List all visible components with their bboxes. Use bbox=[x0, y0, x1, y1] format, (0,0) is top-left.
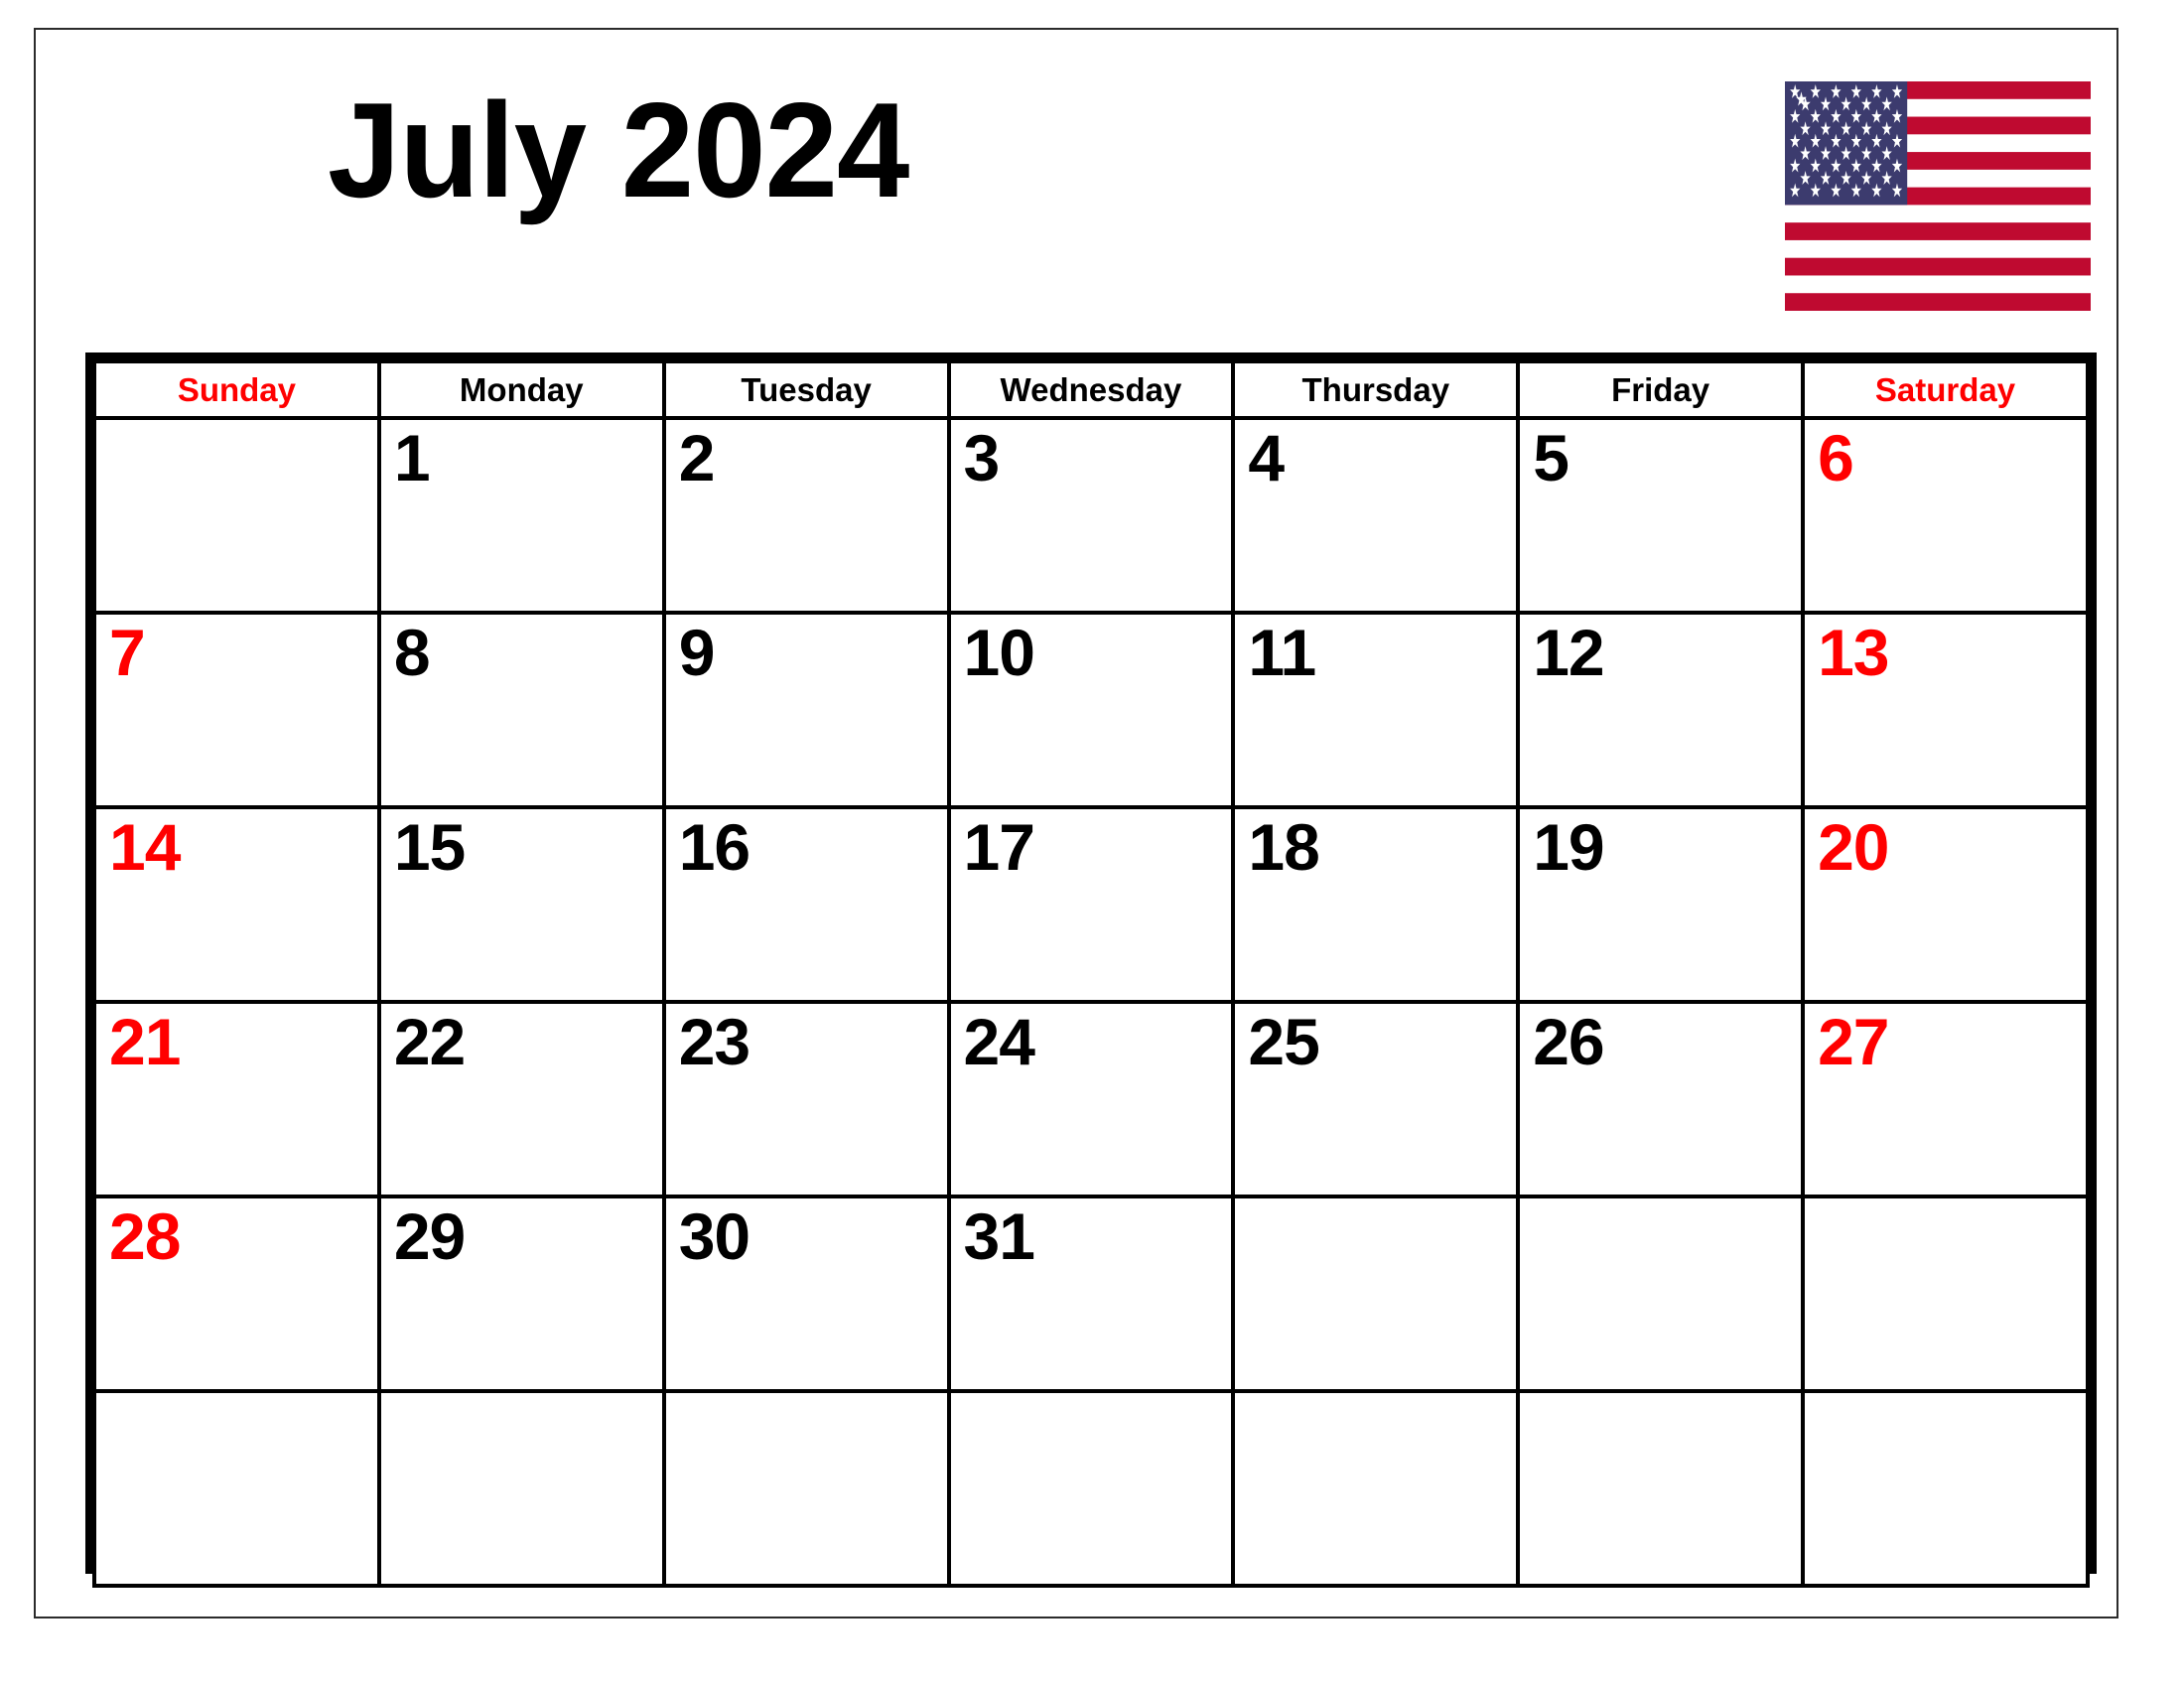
page-title: July 2024 bbox=[328, 74, 909, 225]
day-number: 10 bbox=[963, 616, 1035, 689]
day-number: 14 bbox=[109, 810, 181, 884]
day-number: 26 bbox=[1533, 1005, 1604, 1078]
day-number: 2 bbox=[678, 421, 716, 494]
calendar-day-cell[interactable]: 1 bbox=[376, 416, 666, 615]
weekday-header-wednesday: Wednesday bbox=[946, 359, 1236, 420]
calendar-day-cell[interactable] bbox=[376, 1389, 666, 1588]
calendar-day-cell[interactable]: 30 bbox=[661, 1195, 951, 1393]
calendar-day-cell[interactable]: 9 bbox=[661, 611, 951, 809]
calendar-week-row: 7 8 9 10 11 12 13 bbox=[92, 611, 2090, 809]
day-number: 7 bbox=[109, 616, 146, 689]
calendar-day-cell[interactable]: 13 bbox=[1801, 611, 2090, 809]
weekday-header-sunday: Sunday bbox=[92, 359, 381, 420]
calendar-day-cell[interactable] bbox=[1231, 1195, 1521, 1393]
day-number: 6 bbox=[1818, 421, 1854, 494]
calendar-week-row: 28 29 30 31 bbox=[92, 1195, 2090, 1393]
day-number: 20 bbox=[1818, 810, 1889, 884]
day-number: 23 bbox=[678, 1005, 751, 1078]
weekday-header-saturday: Saturday bbox=[1801, 359, 2090, 420]
calendar-day-cell[interactable]: 26 bbox=[1516, 1000, 1806, 1198]
day-number: 27 bbox=[1818, 1005, 1889, 1078]
calendar-day-cell[interactable]: 22 bbox=[376, 1000, 666, 1198]
weekday-header-tuesday: Tuesday bbox=[661, 359, 951, 420]
day-number: 8 bbox=[393, 616, 431, 689]
day-number: 24 bbox=[963, 1005, 1035, 1078]
calendar-day-cell[interactable]: 3 bbox=[946, 416, 1236, 615]
calendar-week-row bbox=[92, 1389, 2090, 1588]
calendar-day-cell[interactable]: 19 bbox=[1516, 805, 1806, 1004]
day-number: 1 bbox=[393, 421, 431, 494]
calendar-body: 1 2 3 4 5 6 7 8 9 10 11 12 13 14 15 16 17 18 19 20 21 22 23 24 2… bbox=[92, 416, 2090, 1588]
calendar-day-cell[interactable]: 15 bbox=[376, 805, 666, 1004]
calendar-week-row: 1 2 3 4 5 6 bbox=[92, 416, 2090, 615]
calendar-day-cell[interactable]: 2 bbox=[661, 416, 951, 615]
calendar-day-cell[interactable]: 12 bbox=[1516, 611, 1806, 809]
calendar-grid: Sunday Monday Tuesday Wednesday Thursday Frid… bbox=[85, 352, 2097, 1588]
calendar-week-row: 21 22 23 24 25 26 27 bbox=[92, 1000, 2090, 1198]
day-number: 19 bbox=[1533, 810, 1604, 884]
calendar-page: July 2024 Sunday Monday Tuesday Wednesda… bbox=[0, 0, 2184, 1688]
calendar-day-cell[interactable]: 18 bbox=[1231, 805, 1521, 1004]
day-number: 30 bbox=[678, 1199, 751, 1273]
calendar-day-cell[interactable]: 17 bbox=[946, 805, 1236, 1004]
calendar-day-cell[interactable]: 31 bbox=[946, 1195, 1236, 1393]
day-number: 18 bbox=[1248, 810, 1319, 884]
day-number: 31 bbox=[963, 1199, 1035, 1273]
calendar-day-cell[interactable]: 8 bbox=[376, 611, 666, 809]
day-number: 21 bbox=[109, 1005, 181, 1078]
calendar-day-cell[interactable] bbox=[92, 416, 381, 615]
weekday-header-monday: Monday bbox=[376, 359, 666, 420]
day-number: 25 bbox=[1248, 1005, 1319, 1078]
day-number: 11 bbox=[1248, 616, 1316, 689]
united-states-flag-icon bbox=[1785, 81, 2091, 311]
weekday-header-thursday: Thursday bbox=[1231, 359, 1521, 420]
day-number: 29 bbox=[393, 1199, 466, 1273]
calendar-day-cell[interactable] bbox=[1801, 1195, 2090, 1393]
calendar-day-cell[interactable] bbox=[1231, 1389, 1521, 1588]
calendar-header-row: Sunday Monday Tuesday Wednesday Thursday Frid… bbox=[92, 359, 2090, 420]
calendar-day-cell[interactable]: 24 bbox=[946, 1000, 1236, 1198]
calendar-table: Sunday Monday Tuesday Wednesday Thursday Frid… bbox=[92, 359, 2090, 1588]
calendar-day-cell[interactable]: 10 bbox=[946, 611, 1236, 809]
calendar-day-cell[interactable] bbox=[92, 1389, 381, 1588]
calendar-day-cell[interactable]: 16 bbox=[661, 805, 951, 1004]
calendar-day-cell[interactable]: 5 bbox=[1516, 416, 1806, 615]
day-number: 22 bbox=[393, 1005, 466, 1078]
day-number: 13 bbox=[1818, 616, 1889, 689]
day-number: 15 bbox=[393, 810, 466, 884]
day-number: 17 bbox=[963, 810, 1035, 884]
calendar-day-cell[interactable] bbox=[1516, 1389, 1806, 1588]
calendar-day-cell[interactable]: 23 bbox=[661, 1000, 951, 1198]
day-number: 4 bbox=[1248, 421, 1285, 494]
calendar-day-cell[interactable]: 11 bbox=[1231, 611, 1521, 809]
day-number: 5 bbox=[1533, 421, 1570, 494]
calendar-day-cell[interactable] bbox=[946, 1389, 1236, 1588]
day-number: 28 bbox=[109, 1199, 181, 1273]
calendar-day-cell[interactable]: 6 bbox=[1801, 416, 2090, 615]
calendar-day-cell[interactable]: 21 bbox=[92, 1000, 381, 1198]
calendar-day-cell[interactable] bbox=[1801, 1389, 2090, 1588]
day-number: 16 bbox=[678, 810, 751, 884]
day-number: 9 bbox=[678, 616, 716, 689]
calendar-day-cell[interactable]: 4 bbox=[1231, 416, 1521, 615]
calendar-day-cell[interactable] bbox=[661, 1389, 951, 1588]
calendar-week-row: 14 15 16 17 18 19 20 bbox=[92, 805, 2090, 1004]
calendar-day-cell[interactable]: 14 bbox=[92, 805, 381, 1004]
calendar-day-cell[interactable] bbox=[1516, 1195, 1806, 1393]
day-number: 12 bbox=[1533, 616, 1604, 689]
calendar-day-cell[interactable]: 25 bbox=[1231, 1000, 1521, 1198]
title-block: July 2024 bbox=[328, 74, 1519, 225]
calendar-day-cell[interactable]: 20 bbox=[1801, 805, 2090, 1004]
calendar-day-cell[interactable]: 27 bbox=[1801, 1000, 2090, 1198]
day-number: 3 bbox=[963, 421, 1001, 494]
calendar-day-cell[interactable]: 29 bbox=[376, 1195, 666, 1393]
calendar-day-cell[interactable]: 28 bbox=[92, 1195, 381, 1393]
calendar-day-cell[interactable]: 7 bbox=[92, 611, 381, 809]
weekday-header-friday: Friday bbox=[1516, 359, 1806, 420]
